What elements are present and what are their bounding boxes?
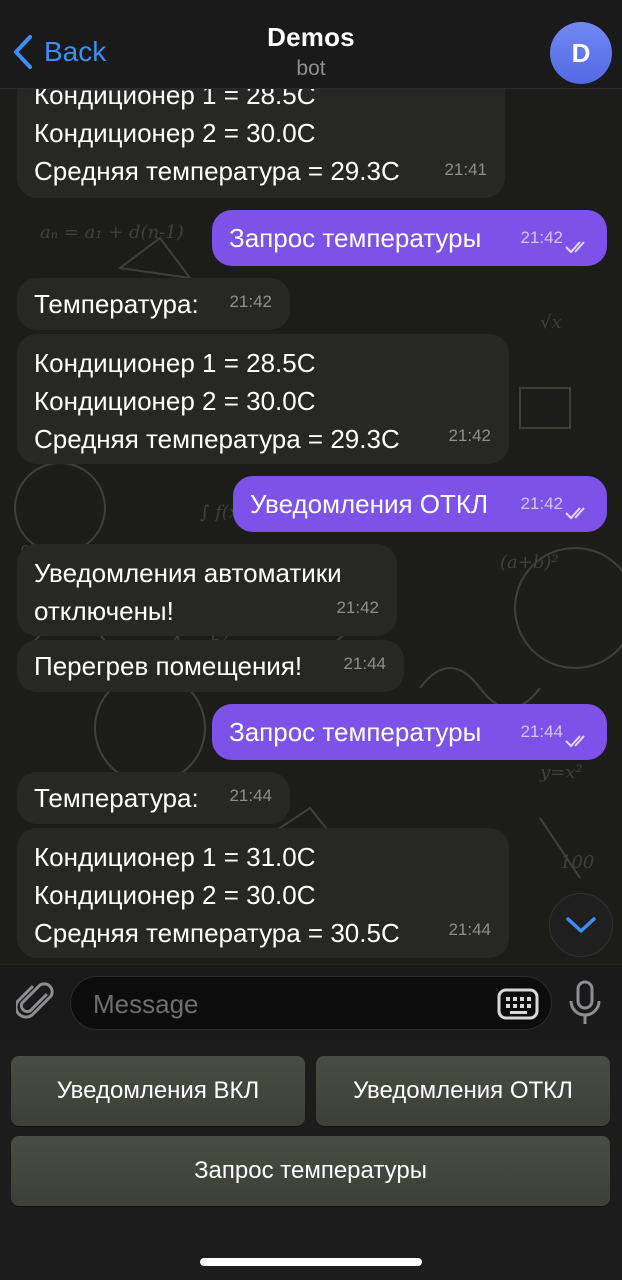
notifications-on-button[interactable]: Уведомления ВКЛ xyxy=(11,1056,305,1126)
chat-subtitle: bot xyxy=(296,57,326,80)
svg-text:aₙ = a₁ + d(n-1): aₙ = a₁ + d(n-1) xyxy=(40,222,184,243)
chat-title: Demos xyxy=(267,22,355,52)
message-input-bar: Message xyxy=(0,964,622,1041)
avatar-letter: D xyxy=(571,37,591,68)
message-incoming[interactable]: Температура: 21:42 xyxy=(17,278,290,330)
message-outgoing[interactable]: Запрос температуры 21:44 xyxy=(212,704,607,760)
microphone-icon[interactable] xyxy=(566,979,604,1027)
message-incoming[interactable]: Температура: 21:44 xyxy=(17,772,290,824)
chat-header: Back Demos bot D xyxy=(0,0,622,89)
message-line: Уведомления автоматики xyxy=(34,558,342,588)
double-check-icon xyxy=(565,507,585,520)
message-outgoing[interactable]: Запрос температуры 21:42 xyxy=(212,210,607,266)
message-time: 21:44 xyxy=(520,722,563,741)
svg-text:y=x²: y=x² xyxy=(539,762,583,783)
message-incoming[interactable]: Уведомления автоматики отключены! 21:42 xyxy=(17,544,397,636)
message-line: Кондиционер 2 = 30.0C xyxy=(34,118,316,148)
double-check-icon xyxy=(565,241,585,254)
paperclip-icon[interactable] xyxy=(16,981,56,1025)
message-time: 21:42 xyxy=(229,292,272,311)
message-line: Средняя температура = 29.3C xyxy=(34,156,400,186)
avatar[interactable]: D xyxy=(550,22,612,84)
message-line: отключены! xyxy=(34,596,174,626)
message-line: Кондиционер 2 = 30.0C xyxy=(34,880,316,910)
message-incoming[interactable]: Кондиционер 1 = 28.5C Кондиционер 2 = 30… xyxy=(17,88,505,198)
message-time: 21:42 xyxy=(520,494,563,513)
double-check-icon xyxy=(565,735,585,748)
message-line: Кондиционер 1 = 31.0C xyxy=(34,842,316,872)
message-line: Кондиционер 2 = 30.0C xyxy=(34,386,316,416)
message-time: 21:44 xyxy=(448,920,491,939)
bot-keyboard: Уведомления ВКЛ Уведомления ОТКЛ Запрос … xyxy=(0,1040,622,1280)
message-line: Средняя температура = 30.5C xyxy=(34,918,400,948)
message-line: Перегрев помещения! xyxy=(34,651,303,681)
message-time: 21:42 xyxy=(520,228,563,247)
message-line: Кондиционер 1 = 28.5C xyxy=(34,348,316,378)
message-time: 21:44 xyxy=(229,786,272,805)
message-incoming[interactable]: Кондиционер 1 = 31.0C Кондиционер 2 = 30… xyxy=(17,828,509,958)
message-time: 21:42 xyxy=(336,598,379,617)
chevron-down-icon xyxy=(566,917,596,933)
scroll-down-button[interactable] xyxy=(549,893,613,957)
message-input[interactable]: Message xyxy=(70,976,552,1030)
keyboard-icon[interactable] xyxy=(497,987,539,1021)
home-indicator[interactable] xyxy=(200,1258,422,1266)
chat-title-block[interactable]: Demos bot xyxy=(0,22,622,81)
message-placeholder: Message xyxy=(93,989,199,1019)
message-outgoing[interactable]: Уведомления ОТКЛ 21:42 xyxy=(233,476,607,532)
message-time: 21:41 xyxy=(444,160,487,179)
request-temperature-button[interactable]: Запрос температуры xyxy=(11,1136,610,1206)
message-time: 21:44 xyxy=(343,654,386,673)
message-time: 21:42 xyxy=(448,426,491,445)
message-incoming[interactable]: Перегрев помещения! 21:44 xyxy=(17,640,404,692)
message-line: Средняя температура = 29.3C xyxy=(34,424,400,454)
svg-text:√x: √x xyxy=(540,312,562,333)
svg-text:(a+b)²: (a+b)² xyxy=(500,552,559,573)
notifications-off-button[interactable]: Уведомления ОТКЛ xyxy=(316,1056,610,1126)
svg-text:100: 100 xyxy=(560,852,594,873)
message-line: Кондиционер 1 = 28.5C xyxy=(34,88,316,110)
message-incoming[interactable]: Кондиционер 1 = 28.5C Кондиционер 2 = 30… xyxy=(17,334,509,464)
chat-area[interactable]: aₙ = a₁ + d(n-1) x² + y² √x % π (a+b)² +… xyxy=(0,88,622,964)
